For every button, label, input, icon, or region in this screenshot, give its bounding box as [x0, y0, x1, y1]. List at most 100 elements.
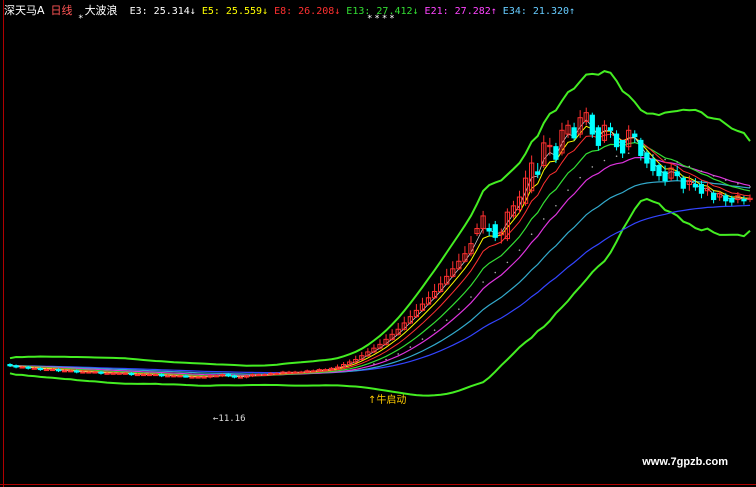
candle-body	[710, 192, 717, 201]
candle-body	[237, 376, 244, 379]
dotted-trend-point	[627, 152, 630, 154]
dotted-trend-point	[385, 358, 387, 361]
candle-body	[553, 146, 559, 160]
candlestick-chart	[7, 70, 753, 397]
candle-body	[729, 197, 735, 203]
candle-body	[98, 371, 104, 374]
candle-body	[31, 367, 37, 370]
candle-body	[195, 376, 201, 379]
candle-body	[116, 372, 122, 375]
dotted-trend-point	[664, 158, 666, 161]
ma3-line	[9, 119, 751, 378]
moving-average-lines	[9, 119, 751, 378]
candle-body	[140, 374, 147, 377]
start-annotation: ↑牛启动	[368, 395, 407, 406]
candle-body	[49, 369, 56, 372]
dotted-trend-point	[458, 308, 460, 310]
watermark: www.7gpzb.com	[642, 456, 728, 468]
candle-body	[177, 375, 183, 378]
candle-body	[61, 370, 68, 373]
dotted-trend-point	[652, 154, 654, 156]
dotted-trend-point	[397, 353, 399, 355]
dotted-trend-point	[518, 249, 521, 251]
candle-body	[595, 127, 601, 146]
candle-body	[492, 224, 498, 238]
band-upper-line	[9, 70, 751, 367]
dotted-trend-point	[445, 319, 448, 321]
dotted-trend-point	[530, 233, 533, 236]
candle-body	[74, 370, 80, 373]
dotted-trend-point	[749, 186, 751, 188]
candle-body	[571, 127, 577, 139]
candle-body	[7, 364, 13, 367]
axis-frame-bottom	[0, 484, 756, 485]
ma5-line	[9, 125, 751, 378]
axis-frame-left	[3, 0, 4, 487]
dotted-trend-point	[555, 204, 557, 207]
candle-body	[86, 371, 92, 374]
dotted-trend-point	[567, 189, 569, 191]
candle-body	[256, 374, 262, 377]
candle-body	[201, 376, 207, 379]
star-marker-right: ****	[367, 14, 397, 24]
candle-body	[656, 165, 662, 177]
candle-body	[183, 375, 189, 378]
candle-body	[225, 374, 231, 377]
candle-body	[19, 366, 25, 369]
candle-body	[68, 370, 74, 373]
candle-body	[274, 372, 280, 375]
candle-body	[189, 376, 195, 379]
candle-body	[146, 374, 153, 377]
candle-body	[741, 199, 747, 202]
candles	[7, 107, 753, 379]
candle-body	[171, 375, 177, 378]
candle-body	[620, 139, 626, 154]
dotted-trend-point	[494, 271, 497, 274]
candle-body	[43, 369, 50, 372]
dotted-trend-point	[506, 261, 509, 264]
dotted-trend-point	[591, 166, 594, 168]
dotted-trend-point	[737, 183, 739, 185]
dotted-trend-point	[712, 175, 715, 177]
candle-body	[638, 139, 644, 156]
candle-body	[104, 372, 110, 375]
candle-body	[680, 177, 686, 189]
dotted-trend-point	[688, 165, 691, 168]
candle-body	[92, 371, 98, 374]
star-marker-left: *	[78, 14, 86, 24]
candle-body	[589, 114, 595, 135]
candle-body	[231, 375, 238, 378]
candle-body	[298, 371, 304, 374]
candle-body	[692, 183, 699, 188]
candle-body	[292, 371, 298, 374]
candle-body	[37, 367, 43, 371]
dotted-trend-point	[615, 155, 618, 158]
ma-legend-item: E34: 21.320↑	[502, 6, 576, 17]
low-price-label: ←11.16	[213, 414, 246, 424]
candle-body	[152, 374, 159, 377]
dotted-trend-point	[482, 281, 484, 283]
period-label: 日线	[50, 4, 73, 17]
dotted-trend-point	[433, 329, 436, 332]
dotted-trend-point	[470, 296, 472, 298]
candle-body	[632, 133, 638, 138]
dotted-trend-point	[700, 170, 703, 173]
candle-body	[698, 183, 705, 194]
candle-body	[310, 370, 316, 373]
indicator-name: 大波浪	[84, 4, 118, 17]
ma-legend-item: E8: 26.208↓	[274, 6, 341, 17]
stock-name: 深天马A	[4, 4, 45, 17]
candle-body	[25, 366, 31, 369]
candle-body	[674, 171, 680, 177]
candle-body	[128, 372, 134, 376]
candle-body	[322, 369, 329, 372]
dotted-trend-point	[676, 161, 679, 163]
dotted-trend-point	[603, 159, 606, 162]
candle-body	[650, 158, 656, 172]
dotted-trend-point	[542, 218, 545, 220]
dotted-trend-point	[409, 346, 412, 348]
ma-legend-item: E21: 27.282↑	[424, 6, 497, 17]
dotted-trend-point	[724, 179, 727, 181]
candle-body	[486, 228, 492, 232]
dotted-trend-point	[373, 363, 375, 365]
